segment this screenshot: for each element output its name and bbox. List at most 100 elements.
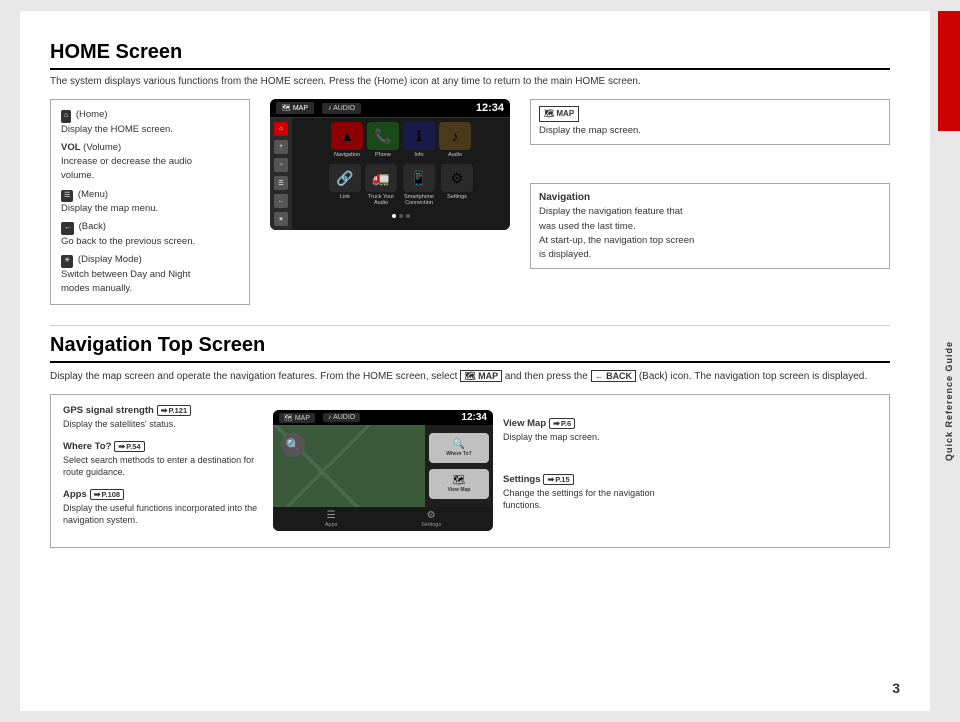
nav-annotation-desc: Display the navigation feature thatwas u… (539, 205, 881, 262)
dot-1 (392, 214, 396, 218)
info-item-display: ☀ (Display Mode) Switch between Day and … (61, 253, 239, 296)
nav-buttons-panel: 🔍 Where To? 🗺 View Map (425, 425, 493, 507)
settings-ref-badge: ➡ P.15 (543, 474, 573, 485)
nav-bottom-bar: ☰ Apps ⚙ Settings (273, 507, 493, 531)
audio-icon-item[interactable]: ♪ Audio (439, 122, 471, 158)
home-screen-mockup: 🗺 MAP ♪ AUDIO 12:34 ⌂ + − ☰ ← ☀ (270, 99, 510, 230)
info-item-back: ← (Back) Go back to the previous screen. (61, 220, 239, 249)
nav-screen-mockup: 🗺 MAP ♪ AUDIO 12:34 🔍 🔍 (273, 410, 493, 531)
menu-button[interactable]: ☰ (274, 176, 288, 190)
apps-bottom-button[interactable]: ☰ Apps (325, 510, 338, 528)
apps-ref-badge: ➡ P.108 (90, 489, 124, 500)
screen-icons: ▲ Navigation 📞 Phone ℹ Info (292, 118, 510, 230)
info-icon: ℹ (403, 122, 435, 150)
dot-2 (399, 214, 403, 218)
map-annotation-box: 🗺 MAP Display the map screen. (530, 99, 890, 145)
map-select-badge: 🗺 MAP (460, 370, 502, 382)
dot-3 (406, 214, 410, 218)
nav-screen-section: Navigation Top Screen Display the map sc… (50, 334, 890, 548)
smartphone-icon: 📱 (403, 164, 435, 192)
settings-ann-item: Settings ➡ P.15 Change the settings for … (503, 474, 673, 512)
gps-ref-badge: ➡ P.121 (157, 405, 191, 416)
whereto-ref-badge: ➡ P.54 (114, 441, 144, 452)
phone-icon-item[interactable]: 📞 Phone (367, 122, 399, 158)
menu-icon: ☰ (61, 190, 73, 203)
screen-top-bar: 🗺 MAP ♪ AUDIO 12:34 (270, 99, 510, 118)
nav-audio-tab[interactable]: ♪ AUDIO (323, 413, 360, 422)
back-button-screen[interactable]: ← (274, 194, 288, 208)
screen-row-1: ▲ Navigation 📞 Phone ℹ Info (296, 122, 506, 158)
truck-audio-icon-item[interactable]: 🚛 Truck Your Audio (365, 164, 397, 206)
nav-annotation-title: Navigation (539, 190, 881, 205)
gps-ann-title: GPS signal strength ➡ P.121 (63, 405, 263, 416)
where-to-button[interactable]: 🔍 Where To? (429, 433, 489, 463)
nav-screen-wrap: 🗺 MAP ♪ AUDIO 12:34 🔍 🔍 (273, 410, 493, 531)
home-screen-title: HOME Screen (50, 41, 890, 70)
home-info-box: ⌂ (Home) Display the HOME screen. VOL (V… (50, 99, 250, 305)
nav-map-tab[interactable]: 🗺 MAP (279, 413, 315, 423)
viewmap-ref-badge: ➡ P.6 (549, 418, 575, 429)
hondalink-icon-item[interactable]: 🔗 Link (329, 164, 361, 206)
nav-content-area: GPS signal strength ➡ P.121 Display the … (50, 394, 890, 548)
settings-ann-desc: Change the settings for the navigation f… (503, 487, 673, 512)
nav-annotation-box: Navigation Display the navigation featur… (530, 183, 890, 269)
nav-screen-top: 🗺 MAP ♪ AUDIO 12:34 (273, 410, 493, 425)
nav-screen-map: 🔍 (273, 425, 425, 507)
map-tab[interactable]: 🗺 MAP (276, 102, 314, 114)
nav-screen-body: 🔍 🔍 Where To? 🗺 View Map (273, 425, 493, 507)
settings-icon: ⚙ (441, 164, 473, 192)
settings-icon-item[interactable]: ⚙ Settings (441, 164, 473, 206)
nav-screen-title: Navigation Top Screen (50, 334, 890, 363)
screen-left-buttons: ⌂ + − ☰ ← ☀ (270, 118, 292, 230)
home-screen-desc: The system displays various functions fr… (50, 76, 890, 87)
apps-bottom-icon: ☰ (327, 510, 336, 521)
home-content-area: ⌂ (Home) Display the HOME screen. VOL (V… (50, 99, 890, 305)
whereto-ann-item: Where To? ➡ P.54 Select search methods t… (63, 441, 263, 479)
audio-tab[interactable]: ♪ AUDIO (322, 103, 361, 114)
side-label: Quick Reference Guide (938, 11, 960, 711)
map-badge: 🗺 MAP (539, 106, 579, 122)
home-screen-section: HOME Screen The system displays various … (50, 41, 890, 305)
screen-side: ⌂ + − ☰ ← ☀ ▲ Navigation (270, 118, 510, 230)
screen-row-2: 🔗 Link 🚛 Truck Your Audio 📱 Smartphone C… (296, 164, 506, 206)
nav-screen-desc: Display the map screen and operate the n… (50, 369, 890, 384)
view-map-button[interactable]: 🗺 View Map (429, 469, 489, 499)
info-item-vol: VOL (Volume) Increase or decrease the au… (61, 141, 239, 184)
screen-time: 12:34 (476, 102, 504, 114)
nav-icon: ▲ (331, 122, 363, 150)
screen-dots (296, 212, 506, 220)
audio-icon: ♪ (439, 122, 471, 150)
vol-down-button[interactable]: − (274, 158, 288, 172)
hondalink-icon: 🔗 (329, 164, 361, 192)
mode-button[interactable]: ☀ (274, 212, 288, 226)
home-button[interactable]: ⌂ (274, 122, 288, 136)
info-icon-item[interactable]: ℹ Info (403, 122, 435, 158)
nav-right-annotations: View Map ➡ P.6 Display the map screen. S… (503, 418, 673, 524)
right-annotations: 🗺 MAP Display the map screen. Navigation… (530, 99, 890, 269)
viewmap-ann-desc: Display the map screen. (503, 431, 673, 444)
apps-ann-title: Apps ➡ P.108 (63, 489, 263, 500)
settings-bottom-button[interactable]: ⚙ Settings (421, 510, 441, 528)
nav-screen-time: 12:34 (461, 412, 487, 423)
back-icon: ← (61, 222, 74, 235)
viewmap-ann-title: View Map ➡ P.6 (503, 418, 673, 429)
nav-icon-item[interactable]: ▲ Navigation (331, 122, 363, 158)
nav-left-annotations: GPS signal strength ➡ P.121 Display the … (63, 405, 263, 537)
section-divider (50, 325, 890, 326)
vol-up-button[interactable]: + (274, 140, 288, 154)
back-select-badge: ← BACK (591, 370, 637, 382)
map-annotation-desc: Display the map screen. (539, 124, 881, 138)
whereto-ann-title: Where To? ➡ P.54 (63, 441, 263, 452)
gps-ann-item: GPS signal strength ➡ P.121 Display the … (63, 405, 263, 431)
apps-ann-desc: Display the useful functions incorporate… (63, 502, 263, 527)
truck-audio-icon: 🚛 (365, 164, 397, 192)
settings-bottom-icon: ⚙ (427, 510, 436, 521)
gps-ann-desc: Display the satellites' status. (63, 418, 263, 431)
whereto-ann-desc: Select search methods to enter a destina… (63, 454, 263, 479)
info-item-home: ⌂ (Home) Display the HOME screen. (61, 108, 239, 137)
page-number: 3 (892, 680, 900, 696)
info-item-menu: ☰ (Menu) Display the map menu. (61, 188, 239, 217)
viewmap-ann-item: View Map ➡ P.6 Display the map screen. (503, 418, 673, 444)
smartphone-icon-item[interactable]: 📱 Smartphone Connection (401, 164, 437, 206)
settings-ann-title: Settings ➡ P.15 (503, 474, 673, 485)
